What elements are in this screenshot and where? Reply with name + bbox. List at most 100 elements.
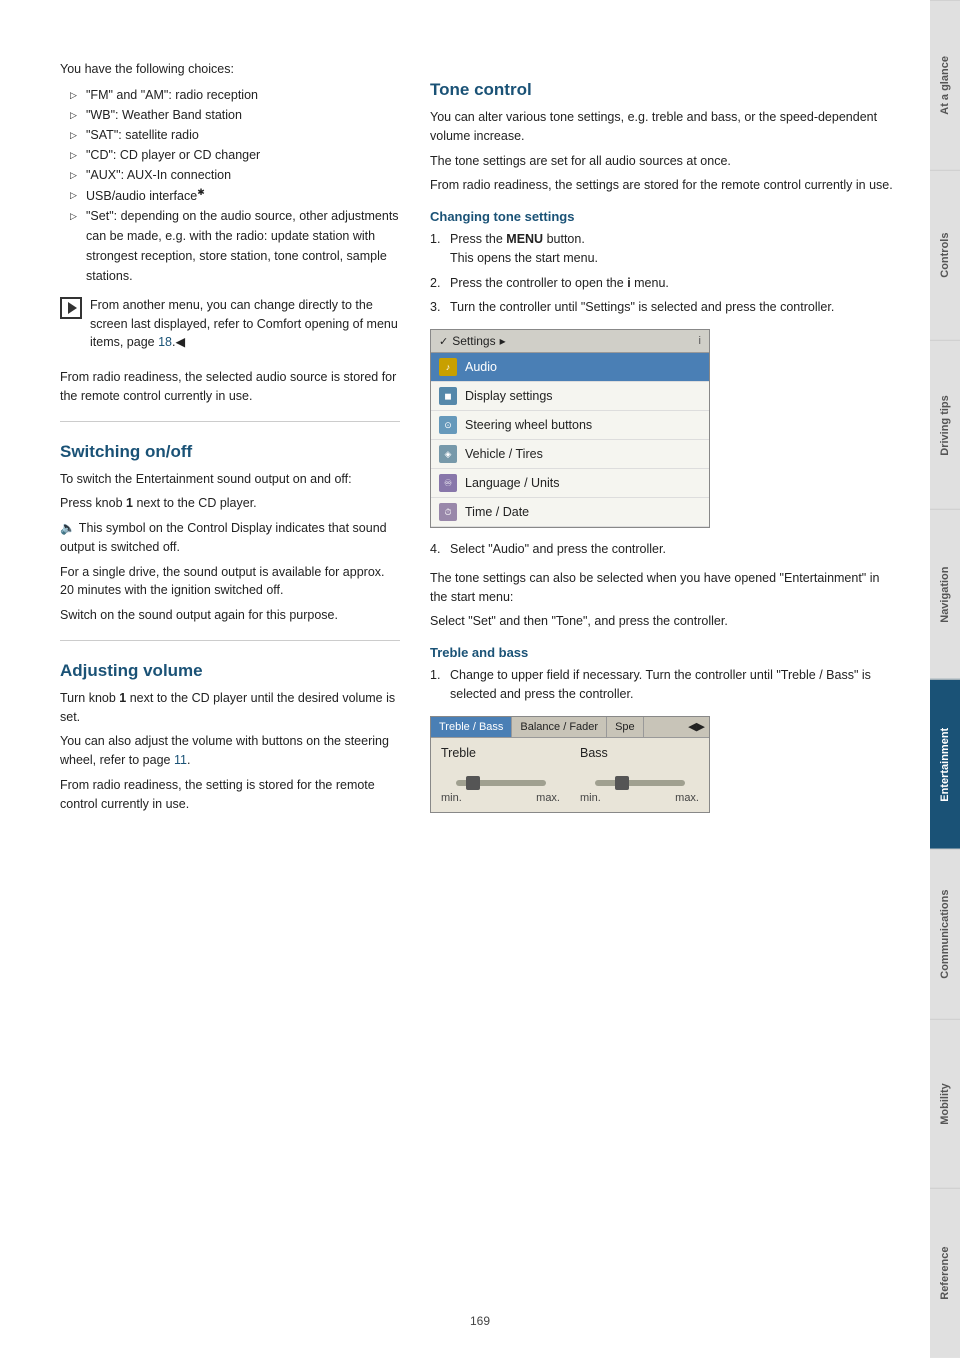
adjusting-para3: From radio readiness, the setting is sto… <box>60 776 400 814</box>
tb-nav-icon: ◀▶ <box>688 720 705 733</box>
sidebar-tab-mobility[interactable]: Mobility <box>930 1019 960 1189</box>
tb-header: Treble / Bass Balance / Fader Spe ◀▶ <box>431 717 709 738</box>
intro-text: You have the following choices: <box>60 60 400 79</box>
treble-max-label: max. <box>536 792 560 804</box>
steps-list: 1. Press the MENU button. This opens the… <box>430 230 900 317</box>
menu-header-right: i <box>699 335 701 347</box>
menu-item-time: ⏱ Time / Date <box>431 498 709 527</box>
arrow-right-icon: ▸ <box>500 334 506 348</box>
bullet-item-1: "WB": Weather Band station <box>70 105 400 125</box>
tb-content: Treble min. max. Bass <box>431 738 709 812</box>
bass-minmax: min. max. <box>580 792 699 804</box>
step-3: 3. Turn the controller until "Settings" … <box>430 298 900 317</box>
switching-para4: For a single drive, the sound output is … <box>60 563 400 601</box>
treble-label: Treble <box>441 746 560 760</box>
audio-icon: ♪ <box>439 358 457 376</box>
steering-label: Steering wheel buttons <box>465 418 592 432</box>
adjusting-para2: You can also adjust the volume with butt… <box>60 732 400 770</box>
main-content: You have the following choices: "FM" and… <box>0 0 930 1358</box>
bullet-item-2: "SAT": satellite radio <box>70 125 400 145</box>
step-1: 1. Press the MENU button. This opens the… <box>430 230 900 268</box>
sidebar-tab-controls[interactable]: Controls <box>930 170 960 340</box>
treble-bass-title: Treble and bass <box>430 645 900 660</box>
switching-title: Switching on/off <box>60 442 400 462</box>
tb-tab-spe: Spe <box>607 717 644 737</box>
sidebar-tab-navigation[interactable]: Navigation <box>930 509 960 679</box>
menu-screenshot: ✓ Settings ▸ i ♪ Audio ◼ Display setting… <box>430 329 710 528</box>
bass-min-label: min. <box>580 792 601 804</box>
language-label: Language / Units <box>465 476 560 490</box>
info-icon: i <box>699 335 701 347</box>
bullet-list: "FM" and "AM": radio reception "WB": Wea… <box>70 85 400 286</box>
settings-label: Settings <box>452 334 495 348</box>
treble-bass-step1: 1. Change to upper field if necessary. T… <box>430 666 900 704</box>
note-icon <box>60 297 82 319</box>
vehicle-icon: ◈ <box>439 445 457 463</box>
step-4: 4. Select "Audio" and press the controll… <box>430 540 900 559</box>
menu-item-language: ♾ Language / Units <box>431 469 709 498</box>
menu-item-display: ◼ Display settings <box>431 382 709 411</box>
separator-2 <box>60 640 400 641</box>
adjusting-para1: Turn knob 1 next to the CD player until … <box>60 689 400 727</box>
steps-list-3: 1. Change to upper field if necessary. T… <box>430 666 900 704</box>
right-column: Tone control You can alter various tone … <box>430 60 900 1298</box>
menu-header-left: ✓ Settings ▸ <box>439 334 506 348</box>
play-icon <box>68 302 77 314</box>
left-column: You have the following choices: "FM" and… <box>60 60 400 1298</box>
treble-slider-track <box>456 780 546 786</box>
treble-bass-screenshot: Treble / Bass Balance / Fader Spe ◀▶ Tre… <box>430 716 710 813</box>
treble-section: Treble min. max. <box>441 746 560 804</box>
menu-item-audio: ♪ Audio <box>431 353 709 382</box>
time-label: Time / Date <box>465 505 529 519</box>
bullet-item-5: USB/audio interface✱ <box>70 185 400 206</box>
steps-list-2: 4. Select "Audio" and press the controll… <box>430 540 900 559</box>
bullet-item-0: "FM" and "AM": radio reception <box>70 85 400 105</box>
treble-min-label: min. <box>441 792 462 804</box>
tb-tab-treble-bass: Treble / Bass <box>431 717 512 737</box>
bass-slider-area: min. max. <box>580 780 699 804</box>
page-link-18[interactable]: 18 <box>158 335 172 349</box>
bass-slider-track <box>595 780 685 786</box>
bullet-item-3: "CD": CD player or CD changer <box>70 145 400 165</box>
sidebar-tab-at-a-glance[interactable]: At a glance <box>930 0 960 170</box>
page-container: You have the following choices: "FM" and… <box>0 0 960 1358</box>
vehicle-label: Vehicle / Tires <box>465 447 543 461</box>
menu-item-steering: ⊙ Steering wheel buttons <box>431 411 709 440</box>
tone-para2: The tone settings are set for all audio … <box>430 152 900 171</box>
changing-tone-title: Changing tone settings <box>430 209 900 224</box>
tone-alt-text: The tone settings can also be selected w… <box>430 569 900 607</box>
tone-alt-text2: Select "Set" and then "Tone", and press … <box>430 612 900 631</box>
time-icon: ⏱ <box>439 503 457 521</box>
switching-para5: Switch on the sound output again for thi… <box>60 606 400 625</box>
language-icon: ♾ <box>439 474 457 492</box>
sidebar-tab-reference[interactable]: Reference <box>930 1188 960 1358</box>
display-label: Display settings <box>465 389 553 403</box>
treble-minmax: min. max. <box>441 792 560 804</box>
note-text: From another menu, you can change direct… <box>90 296 400 352</box>
adjusting-title: Adjusting volume <box>60 661 400 681</box>
from-radio-text: From radio readiness, the selected audio… <box>60 368 400 406</box>
sidebar-tab-entertainment[interactable]: Entertainment <box>930 679 960 849</box>
audio-label: Audio <box>465 360 497 374</box>
checkmark-icon: ✓ <box>439 335 448 348</box>
bass-slider-thumb <box>615 776 629 790</box>
bass-label: Bass <box>580 746 699 760</box>
page-link-11[interactable]: 11 <box>174 753 187 767</box>
switching-para3: 🔈⁠ This symbol on the Control Display in… <box>60 519 400 557</box>
treble-slider-area: min. max. <box>441 780 560 804</box>
menu-item-vehicle: ◈ Vehicle / Tires <box>431 440 709 469</box>
bass-section: Bass min. max. <box>580 746 699 804</box>
note-box: From another menu, you can change direct… <box>60 296 400 358</box>
display-icon: ◼ <box>439 387 457 405</box>
steering-icon: ⊙ <box>439 416 457 434</box>
tone-para3: From radio readiness, the settings are s… <box>430 176 900 195</box>
right-sidebar: At a glance Controls Driving tips Naviga… <box>930 0 960 1358</box>
switching-para2: Press knob 1 next to the CD player. <box>60 494 400 513</box>
step-2: 2. Press the controller to open the i me… <box>430 274 900 293</box>
page-number: 169 <box>470 1314 490 1328</box>
sidebar-tab-communications[interactable]: Communications <box>930 849 960 1019</box>
separator-1 <box>60 421 400 422</box>
sidebar-tab-driving-tips[interactable]: Driving tips <box>930 340 960 510</box>
switching-para1: To switch the Entertainment sound output… <box>60 470 400 489</box>
tone-para1: You can alter various tone settings, e.g… <box>430 108 900 146</box>
